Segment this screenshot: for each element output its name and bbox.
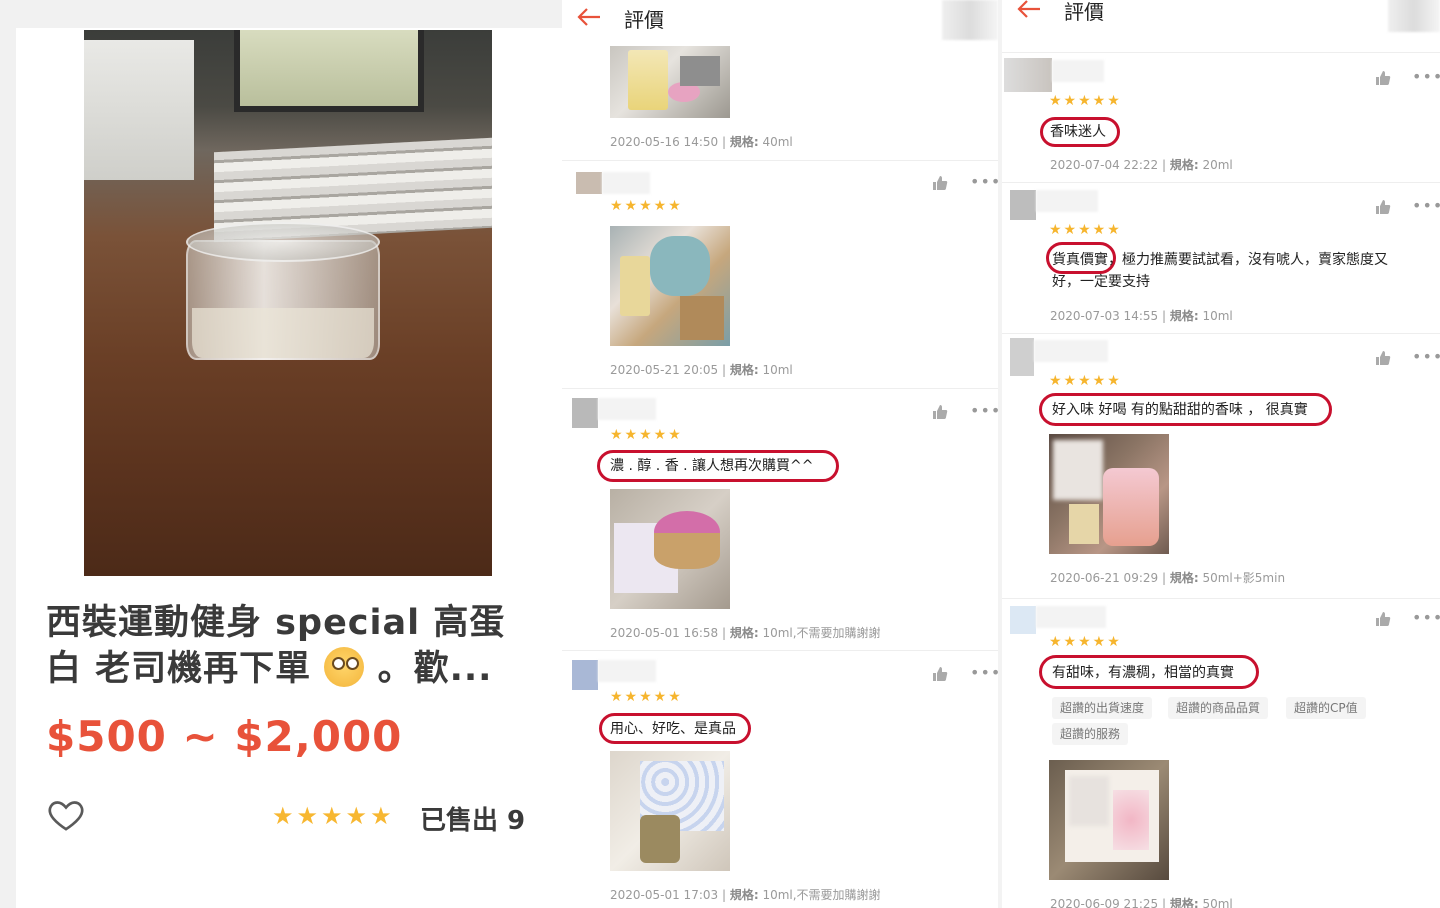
product-price: $500 ~ $2,000: [46, 712, 403, 761]
blurred-corner: [1388, 0, 1440, 32]
more-dots-icon[interactable]: •••: [1412, 347, 1440, 366]
review-text: 用心、好吃、是真品: [610, 721, 736, 737]
review-photo[interactable]: [610, 751, 730, 871]
divider: [1002, 598, 1440, 599]
divider: [562, 160, 998, 161]
photo-jar: [186, 222, 380, 372]
review-stars: ★★★★★: [1049, 634, 1122, 650]
review-text: 香味迷人: [1050, 124, 1106, 140]
review-stars: ★★★★★: [610, 198, 683, 214]
review-meta: 2020-05-21 20:05 | 規格: 10ml: [610, 363, 793, 377]
review-meta: 2020-06-09 21:25 | 規格: 50ml: [1050, 897, 1233, 908]
blurred-username: [598, 660, 656, 682]
review-tag: 超讚的商品品質: [1168, 697, 1269, 719]
divider: [1002, 182, 1440, 183]
review-meta: 2020-06-21 09:29 | 規格: 50ml+影5min: [1050, 571, 1286, 585]
review-stars: ★★★★★: [1049, 373, 1122, 389]
product-rating-stars: ★★★★★: [272, 802, 395, 830]
more-dots-icon[interactable]: •••: [970, 663, 998, 682]
review-meta: 2020-05-01 16:58 | 規格: 10ml,不需要加購謝謝: [610, 626, 881, 640]
product-title-line1: 西裝運動健身 special 高蛋: [46, 603, 506, 643]
photo-papers: [84, 40, 194, 180]
review-photo[interactable]: [610, 489, 730, 609]
more-dots-icon[interactable]: •••: [970, 401, 998, 420]
review-text: 好入味 好喝 有的點甜甜的香味 ， 很真實: [1052, 402, 1308, 418]
review-meta: 2020-05-16 14:50 | 規格: 40ml: [610, 135, 793, 149]
review-stars: ★★★★★: [610, 427, 683, 443]
page-title: 評價: [1064, 0, 1104, 24]
divider: [1002, 52, 1440, 53]
review-tag: 超讚的CP值: [1286, 697, 1366, 719]
blurred-username: [1052, 60, 1104, 82]
screenshot-collage: 西裝運動健身 special 高蛋 白 老司機再下單 。歡... $500 ~ …: [0, 0, 1440, 908]
product-title-tail: 。歡...: [377, 649, 493, 689]
arrow-left-icon[interactable]: [576, 6, 602, 28]
divider: [562, 388, 998, 389]
avatar[interactable]: [576, 172, 602, 194]
avatar[interactable]: [1010, 606, 1036, 634]
divider: [1002, 333, 1440, 334]
blurred-username: [598, 398, 656, 420]
reviews-header: 評價: [1002, 0, 1440, 32]
arrow-left-icon[interactable]: [1016, 0, 1042, 20]
blurred-username: [602, 172, 650, 194]
avatar[interactable]: [1004, 58, 1052, 92]
page-title: 評價: [624, 8, 664, 32]
thumbs-up-icon[interactable]: [1375, 70, 1391, 86]
review-photo[interactable]: [610, 226, 730, 346]
blurred-corner: [942, 0, 998, 40]
review-text: 有甜味，有濃稠，相當的真實: [1052, 665, 1234, 681]
avatar[interactable]: [1010, 338, 1034, 376]
blurred-username: [1036, 606, 1106, 628]
reviews-panel-2: 評價 ★★★★★ ••• 香味迷人 2020-07-04 22:22 | 規格:…: [998, 0, 1440, 908]
thumbs-up-icon[interactable]: [1375, 199, 1391, 215]
heart-outline-icon[interactable]: [46, 795, 86, 835]
more-dots-icon[interactable]: •••: [1412, 67, 1440, 86]
reviews-panel-1: 評價 2020-05-16 14:50 | 規格: 40ml ★★★★★ •••…: [562, 0, 998, 908]
more-dots-icon[interactable]: •••: [1412, 608, 1440, 627]
thumbs-up-icon[interactable]: [1375, 350, 1391, 366]
review-stars: ★★★★★: [1049, 93, 1122, 109]
blurred-username: [1034, 340, 1108, 362]
avatar[interactable]: [572, 398, 598, 428]
product-photo[interactable]: [84, 30, 492, 576]
product-sold-count: 已售出 9: [420, 806, 526, 836]
avatar[interactable]: [1010, 190, 1036, 220]
blurred-username: [1036, 190, 1098, 212]
review-text: 濃 . 醇 . 香 . 讓人想再次購買^^: [610, 458, 814, 474]
thumbs-up-icon[interactable]: [932, 404, 948, 420]
more-dots-icon[interactable]: •••: [970, 172, 998, 191]
flushed-face-emoji-icon: [324, 647, 365, 687]
divider: [562, 650, 998, 651]
review-meta: 2020-05-01 17:03 | 規格: 10ml,不需要加購謝謝: [610, 888, 881, 902]
product-title[interactable]: 西裝運動健身 special 高蛋 白 老司機再下單 。歡...: [46, 600, 526, 692]
review-text: 貨真價實，極力推薦要試試看，沒有唬人，賣家態度又 好，一定要支持: [1052, 252, 1388, 290]
review-stars: ★★★★★: [1049, 222, 1122, 238]
photo-monitor: [234, 30, 424, 112]
review-tag: 超讚的出貨速度: [1052, 697, 1153, 719]
product-title-line2: 白 老司機再下單: [46, 649, 312, 689]
review-stars: ★★★★★: [610, 689, 683, 705]
thumbs-up-icon[interactable]: [932, 175, 948, 191]
thumbs-up-icon[interactable]: [1375, 611, 1391, 627]
review-meta: 2020-07-04 22:22 | 規格: 20ml: [1050, 158, 1233, 172]
review-tag: 超讚的服務: [1052, 723, 1129, 745]
review-photo[interactable]: [1049, 760, 1169, 880]
review-photo[interactable]: [1049, 434, 1169, 554]
thumbs-up-icon[interactable]: [932, 666, 948, 682]
more-dots-icon[interactable]: •••: [1412, 196, 1440, 215]
product-panel: 西裝運動健身 special 高蛋 白 老司機再下單 。歡... $500 ~ …: [0, 0, 562, 908]
reviews-header: 評價: [562, 0, 998, 40]
review-photo[interactable]: [610, 46, 730, 118]
avatar[interactable]: [572, 660, 598, 690]
review-meta: 2020-07-03 14:55 | 規格: 10ml: [1050, 309, 1233, 323]
